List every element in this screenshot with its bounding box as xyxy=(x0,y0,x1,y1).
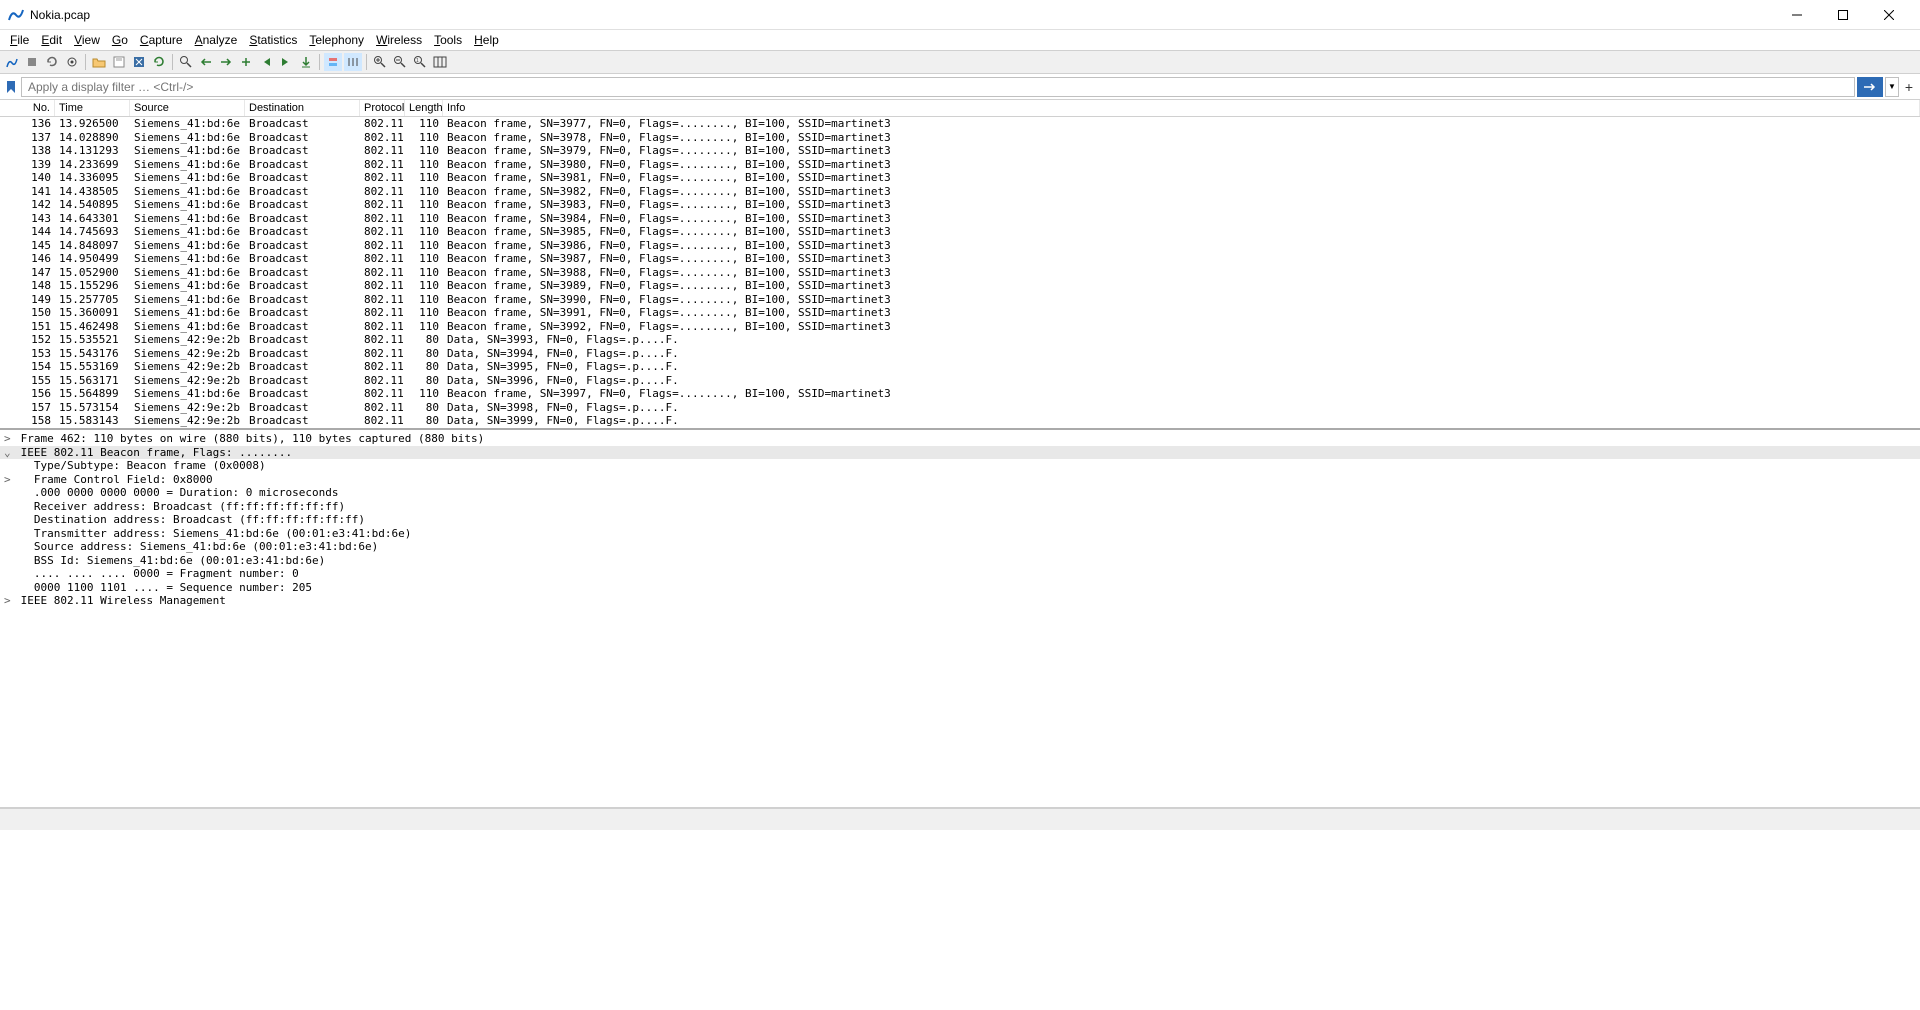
start-capture-icon[interactable] xyxy=(3,53,21,71)
col-header-time[interactable]: Time xyxy=(55,100,130,116)
bookmark-icon[interactable] xyxy=(3,79,19,95)
auto-scroll-icon[interactable] xyxy=(297,53,315,71)
detail-line[interactable]: Type/Subtype: Beacon frame (0x0008) xyxy=(0,459,1920,473)
col-header-destination[interactable]: Destination xyxy=(245,100,360,116)
filter-dropdown[interactable]: ▼ xyxy=(1885,77,1899,97)
packet-row[interactable]: 15615.564899Siemens_41:bd:6eBroadcast802… xyxy=(0,387,1920,401)
close-button[interactable] xyxy=(1866,0,1912,30)
packet-row[interactable]: 14915.257705Siemens_41:bd:6eBroadcast802… xyxy=(0,293,1920,307)
go-forward-icon[interactable] xyxy=(217,53,235,71)
titlebar: Nokia.pcap xyxy=(0,0,1920,30)
menu-statistics[interactable]: Statistics xyxy=(243,31,303,49)
toolbar-separator xyxy=(366,54,367,70)
detail-line[interactable]: Source address: Siemens_41:bd:6e (00:01:… xyxy=(0,540,1920,554)
open-file-icon[interactable] xyxy=(90,53,108,71)
col-header-source[interactable]: Source xyxy=(130,100,245,116)
detail-line[interactable]: .000 0000 0000 0000 = Duration: 0 micros… xyxy=(0,486,1920,500)
col-header-length[interactable]: Length xyxy=(405,100,443,116)
close-file-icon[interactable] xyxy=(130,53,148,71)
packet-row[interactable]: 14815.155296Siemens_41:bd:6eBroadcast802… xyxy=(0,279,1920,293)
packet-row[interactable]: 14514.848097Siemens_41:bd:6eBroadcast802… xyxy=(0,239,1920,253)
detail-line[interactable]: > IEEE 802.11 Wireless Management xyxy=(0,594,1920,608)
menu-wireless[interactable]: Wireless xyxy=(370,31,428,49)
maximize-button[interactable] xyxy=(1820,0,1866,30)
col-header-protocol[interactable]: Protocol xyxy=(360,100,405,116)
menu-tools[interactable]: Tools xyxy=(428,31,468,49)
packet-row[interactable]: 15915.593154Siemens_42:9e:2bBroadcast802… xyxy=(0,428,1920,431)
detail-line[interactable]: > Frame 462: 110 bytes on wire (880 bits… xyxy=(0,432,1920,446)
packet-row[interactable]: 14715.052900Siemens_41:bd:6eBroadcast802… xyxy=(0,266,1920,280)
packet-row[interactable]: 15715.573154Siemens_42:9e:2bBroadcast802… xyxy=(0,401,1920,415)
menu-telephony[interactable]: Telephony xyxy=(303,31,370,49)
detail-line[interactable]: .... .... .... 0000 = Fragment number: 0 xyxy=(0,567,1920,581)
packet-row[interactable]: 14614.950499Siemens_41:bd:6eBroadcast802… xyxy=(0,252,1920,266)
packet-row[interactable]: 13613.926500Siemens_41:bd:6eBroadcast802… xyxy=(0,117,1920,131)
detail-line[interactable]: Transmitter address: Siemens_41:bd:6e (0… xyxy=(0,527,1920,541)
find-icon[interactable] xyxy=(177,53,195,71)
packet-details[interactable]: > Frame 462: 110 bytes on wire (880 bits… xyxy=(0,430,1920,808)
packet-row[interactable]: 15015.360091Siemens_41:bd:6eBroadcast802… xyxy=(0,306,1920,320)
packet-row[interactable]: 14214.540895Siemens_41:bd:6eBroadcast802… xyxy=(0,198,1920,212)
packet-row[interactable]: 13814.131293Siemens_41:bd:6eBroadcast802… xyxy=(0,144,1920,158)
statusbar xyxy=(0,808,1920,830)
zoom-reset-icon[interactable]: 1 xyxy=(411,53,429,71)
zoom-out-icon[interactable] xyxy=(391,53,409,71)
detail-line[interactable]: BSS Id: Siemens_41:bd:6e (00:01:e3:41:bd… xyxy=(0,554,1920,568)
go-back-icon[interactable] xyxy=(197,53,215,71)
packet-row[interactable]: 14414.745693Siemens_41:bd:6eBroadcast802… xyxy=(0,225,1920,239)
display-filter-input[interactable] xyxy=(21,77,1855,97)
autosize-cols-icon[interactable] xyxy=(344,53,362,71)
zoom-in-icon[interactable] xyxy=(371,53,389,71)
packet-row[interactable]: 13714.028890Siemens_41:bd:6eBroadcast802… xyxy=(0,131,1920,145)
wireshark-icon xyxy=(8,7,24,23)
col-header-no[interactable]: No. xyxy=(0,100,55,116)
minimize-button[interactable] xyxy=(1774,0,1820,30)
packet-row[interactable]: 15415.553169Siemens_42:9e:2bBroadcast802… xyxy=(0,360,1920,374)
add-filter-button[interactable]: + xyxy=(1901,77,1917,97)
packet-row[interactable]: 15215.535521Siemens_42:9e:2bBroadcast802… xyxy=(0,333,1920,347)
packet-row[interactable]: 14314.643301Siemens_41:bd:6eBroadcast802… xyxy=(0,212,1920,226)
save-file-icon[interactable] xyxy=(110,53,128,71)
packet-row[interactable]: 13914.233699Siemens_41:bd:6eBroadcast802… xyxy=(0,158,1920,172)
menu-view[interactable]: View xyxy=(68,31,106,49)
toolbar-separator xyxy=(172,54,173,70)
menu-edit[interactable]: Edit xyxy=(35,31,68,49)
go-to-packet-icon[interactable] xyxy=(237,53,255,71)
packet-row[interactable]: 14114.438505Siemens_41:bd:6eBroadcast802… xyxy=(0,185,1920,199)
go-last-icon[interactable] xyxy=(277,53,295,71)
packet-row[interactable]: 15315.543176Siemens_42:9e:2bBroadcast802… xyxy=(0,347,1920,361)
col-header-info[interactable]: Info xyxy=(443,100,1920,116)
menu-capture[interactable]: Capture xyxy=(134,31,189,49)
resize-columns-icon[interactable] xyxy=(431,53,449,71)
menu-help[interactable]: Help xyxy=(468,31,505,49)
window-title: Nokia.pcap xyxy=(30,8,90,22)
filterbar: ▼ + xyxy=(0,74,1920,100)
svg-text:1: 1 xyxy=(416,58,419,64)
apply-filter-button[interactable] xyxy=(1857,77,1883,97)
packet-row[interactable]: 15115.462498Siemens_41:bd:6eBroadcast802… xyxy=(0,320,1920,334)
packet-list-header: No. Time Source Destination Protocol Len… xyxy=(0,100,1920,117)
detail-line[interactable]: > Frame Control Field: 0x8000 xyxy=(0,473,1920,487)
toolbar: 1 xyxy=(0,50,1920,74)
menubar: FileEditViewGoCaptureAnalyzeStatisticsTe… xyxy=(0,30,1920,50)
stop-capture-icon[interactable] xyxy=(23,53,41,71)
colorize-icon[interactable] xyxy=(324,53,342,71)
menu-go[interactable]: Go xyxy=(106,31,134,49)
detail-line[interactable]: 0000 1100 1101 .... = Sequence number: 2… xyxy=(0,581,1920,595)
detail-line[interactable]: Destination address: Broadcast (ff:ff:ff… xyxy=(0,513,1920,527)
detail-line[interactable]: Receiver address: Broadcast (ff:ff:ff:ff… xyxy=(0,500,1920,514)
packet-row[interactable]: 15515.563171Siemens_42:9e:2bBroadcast802… xyxy=(0,374,1920,388)
menu-file[interactable]: File xyxy=(4,31,35,49)
toolbar-separator xyxy=(85,54,86,70)
detail-line[interactable]: ⌄ IEEE 802.11 Beacon frame, Flags: .....… xyxy=(0,446,1920,460)
packet-list[interactable]: No. Time Source Destination Protocol Len… xyxy=(0,100,1920,430)
reload-icon[interactable] xyxy=(150,53,168,71)
go-first-icon[interactable] xyxy=(257,53,275,71)
packet-row[interactable]: 15815.583143Siemens_42:9e:2bBroadcast802… xyxy=(0,414,1920,428)
capture-options-icon[interactable] xyxy=(63,53,81,71)
toolbar-separator xyxy=(319,54,320,70)
menu-analyze[interactable]: Analyze xyxy=(189,31,244,49)
restart-capture-icon[interactable] xyxy=(43,53,61,71)
packet-row[interactable]: 14014.336095Siemens_41:bd:6eBroadcast802… xyxy=(0,171,1920,185)
